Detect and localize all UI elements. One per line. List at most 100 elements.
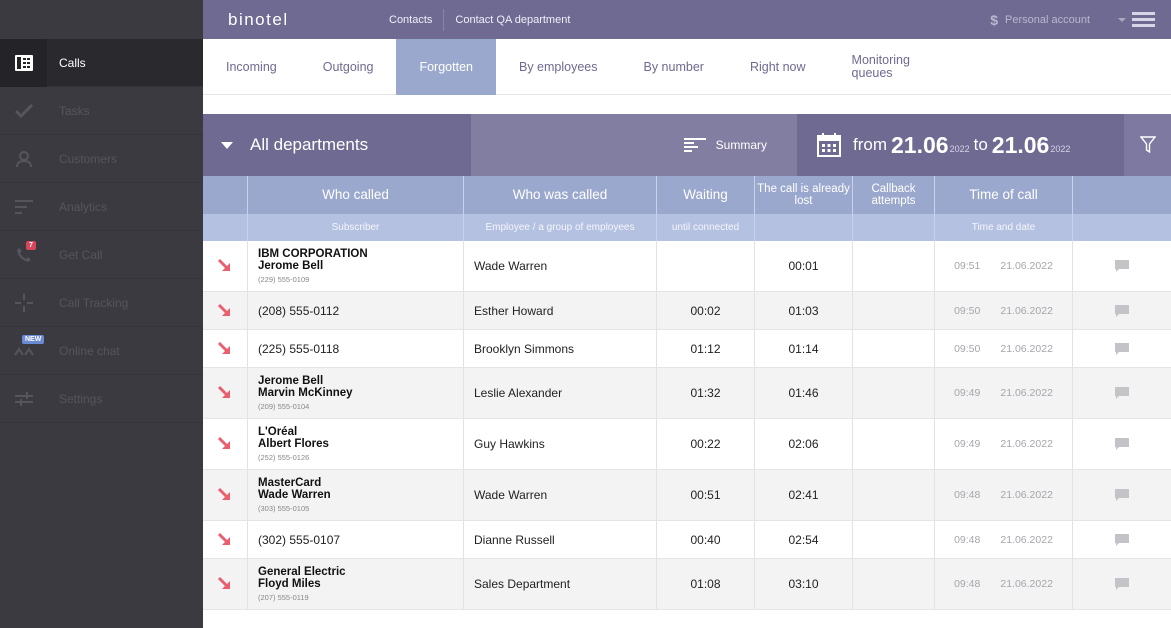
sidebar-item-online-chat[interactable]: NEW Online chat [0, 327, 203, 375]
caller-cell[interactable]: MasterCard Wade Warren (303) 555-0105 [248, 470, 464, 520]
call-date-value: 21.06.2022 [1000, 304, 1053, 317]
waiting-time [657, 241, 755, 291]
lost-time: 02:06 [755, 419, 853, 469]
call-datetime: 09:48 21.06.2022 [954, 489, 1053, 501]
waiting-time: 01:08 [657, 559, 755, 609]
caller-cell[interactable]: L'Oréal Albert Flores (252) 555-0126 [248, 419, 464, 469]
call-time: 09:49 21.06.2022 [935, 368, 1073, 418]
call-time: 09:51 21.06.2022 [935, 241, 1073, 291]
lost-time: 01:03 [755, 292, 853, 329]
called-employee: Wade Warren [464, 241, 657, 291]
table-row[interactable]: MasterCard Wade Warren (303) 555-0105 Wade … [203, 470, 1171, 521]
dropdown-triangle-icon [221, 141, 233, 149]
callback-attempts [853, 368, 935, 418]
personal-account-link[interactable]: $ Personal account [990, 12, 1090, 28]
subheader-until-connected: until connected [657, 214, 755, 241]
comment-icon[interactable] [1073, 470, 1171, 520]
comment-icon[interactable] [1073, 368, 1171, 418]
tab-by-employees[interactable]: By employees [496, 39, 621, 95]
header-who-was-called[interactable]: Who was called [464, 176, 657, 214]
table-row[interactable]: IBM CORPORATION Jerome Bell (229) 555-0109… [203, 241, 1171, 292]
call-time-value: 09:51 [954, 260, 981, 272]
lost-time: 01:14 [755, 330, 853, 367]
missed-call-icon [203, 521, 248, 558]
calls-icon [0, 38, 47, 87]
tab-incoming[interactable]: Incoming [203, 39, 300, 95]
sidebar-item-analytics[interactable]: Analytics [0, 183, 203, 231]
summary-button[interactable]: Summary [471, 114, 797, 176]
sidebar-item-get-call[interactable]: 7 Get Call [0, 231, 203, 279]
lost-time: 00:01 [755, 241, 853, 291]
department-dropdown[interactable]: All departments [203, 114, 471, 176]
summary-icon [683, 138, 706, 152]
caller-cell[interactable]: IBM CORPORATION Jerome Bell (229) 555-0109 [248, 241, 464, 291]
comment-icon[interactable] [1073, 330, 1171, 367]
comment-icon[interactable] [1073, 419, 1171, 469]
called-employee: Brooklyn Simmons [464, 330, 657, 367]
table-row[interactable]: General Electric Floyd Miles (207) 555-011… [203, 559, 1171, 610]
call-time-value: 09:48 [954, 578, 981, 590]
tab-right-now[interactable]: Right now [727, 39, 829, 95]
waiting-time: 00:02 [657, 292, 755, 329]
comment-icon[interactable] [1073, 292, 1171, 329]
contacts-link[interactable]: Contacts [378, 9, 443, 31]
subheader-time-and-date: Time and date [935, 214, 1073, 241]
caller-cell[interactable]: (302) 555-0107 [248, 521, 464, 558]
tab-forgotten[interactable]: Forgotten [396, 39, 496, 95]
called-employee: Sales Department [464, 559, 657, 609]
header-who-called[interactable]: Who called [248, 176, 464, 214]
sidebar-item-calls[interactable]: Calls [0, 38, 203, 87]
header-callback-attempts[interactable]: Callback attempts [853, 176, 935, 214]
date-range-picker[interactable]: from 21.06 2022 to 21.06 2022 [797, 114, 1124, 176]
callback-attempts [853, 470, 935, 520]
hamburger-menu-icon[interactable] [1132, 12, 1155, 27]
table-row[interactable]: L'Oréal Albert Flores (252) 555-0126 Guy Ha… [203, 419, 1171, 470]
call-time-value: 09:50 [954, 342, 981, 355]
tab-by-number[interactable]: By number [621, 39, 727, 95]
filter-button[interactable] [1124, 114, 1171, 176]
to-label: to [973, 135, 988, 154]
header-call-lost[interactable]: The call is already lost [755, 176, 853, 214]
table-row[interactable]: (225) 555-0118 Brooklyn Simmons 01:12 01:14… [203, 330, 1171, 368]
call-datetime: 09:50 21.06.2022 [954, 343, 1053, 355]
from-year: 2022 [949, 144, 970, 154]
dropdown-caret-icon[interactable] [1118, 17, 1126, 22]
tab-monitoring-queues[interactable]: Monitoring queues [829, 39, 939, 95]
tracking-icon [0, 279, 47, 327]
called-employee: Guy Hawkins [464, 419, 657, 469]
table-row[interactable]: Jerome Bell Marvin McKinney (209) 555-0104… [203, 368, 1171, 419]
comment-icon[interactable] [1073, 559, 1171, 609]
table-row[interactable]: (302) 555-0107 Dianne Russell 00:40 02:54 09… [203, 521, 1171, 559]
comment-icon[interactable] [1073, 521, 1171, 558]
sidebar-item-call-tracking[interactable]: Call Tracking [0, 279, 203, 327]
comment-icon[interactable] [1073, 241, 1171, 291]
missed-call-icon [203, 559, 248, 609]
subheader-subscriber: Subscriber [248, 214, 464, 241]
waiting-time: 00:22 [657, 419, 755, 469]
contact-qa-link[interactable]: Contact QA department [444, 9, 581, 31]
missed-call-icon [203, 368, 248, 418]
caller-phone: (209) 555-0104 [258, 402, 310, 411]
call-time-value: 09:48 [954, 533, 981, 546]
header-waiting[interactable]: Waiting [657, 176, 755, 214]
lost-time: 03:10 [755, 559, 853, 609]
from-date: 21.06 [891, 131, 949, 158]
callback-attempts [853, 330, 935, 367]
sidebar-item-settings[interactable]: Settings [0, 375, 203, 423]
call-datetime: 09:48 21.06.2022 [954, 534, 1053, 546]
called-employee: Leslie Alexander [464, 368, 657, 418]
sidebar-item-tasks[interactable]: Tasks [0, 87, 203, 135]
call-datetime: 09:48 21.06.2022 [954, 578, 1053, 590]
caller-cell[interactable]: (208) 555-0112 [248, 292, 464, 329]
waiting-time: 01:12 [657, 330, 755, 367]
waiting-time: 01:32 [657, 368, 755, 418]
caller-cell[interactable]: Jerome Bell Marvin McKinney (209) 555-0104 [248, 368, 464, 418]
sidebar-item-customers[interactable]: Customers [0, 135, 203, 183]
table-row[interactable]: (208) 555-0112 Esther Howard 00:02 01:03 09:… [203, 292, 1171, 330]
header-time-of-call[interactable]: Time of call [935, 176, 1073, 214]
binotel-logo[interactable]: binotel [228, 10, 378, 30]
caller-cell[interactable]: General Electric Floyd Miles (207) 555-011… [248, 559, 464, 609]
caller-cell[interactable]: (225) 555-0118 [248, 330, 464, 367]
call-time: 09:50 21.06.2022 [935, 330, 1073, 367]
tab-outgoing[interactable]: Outgoing [300, 39, 397, 95]
